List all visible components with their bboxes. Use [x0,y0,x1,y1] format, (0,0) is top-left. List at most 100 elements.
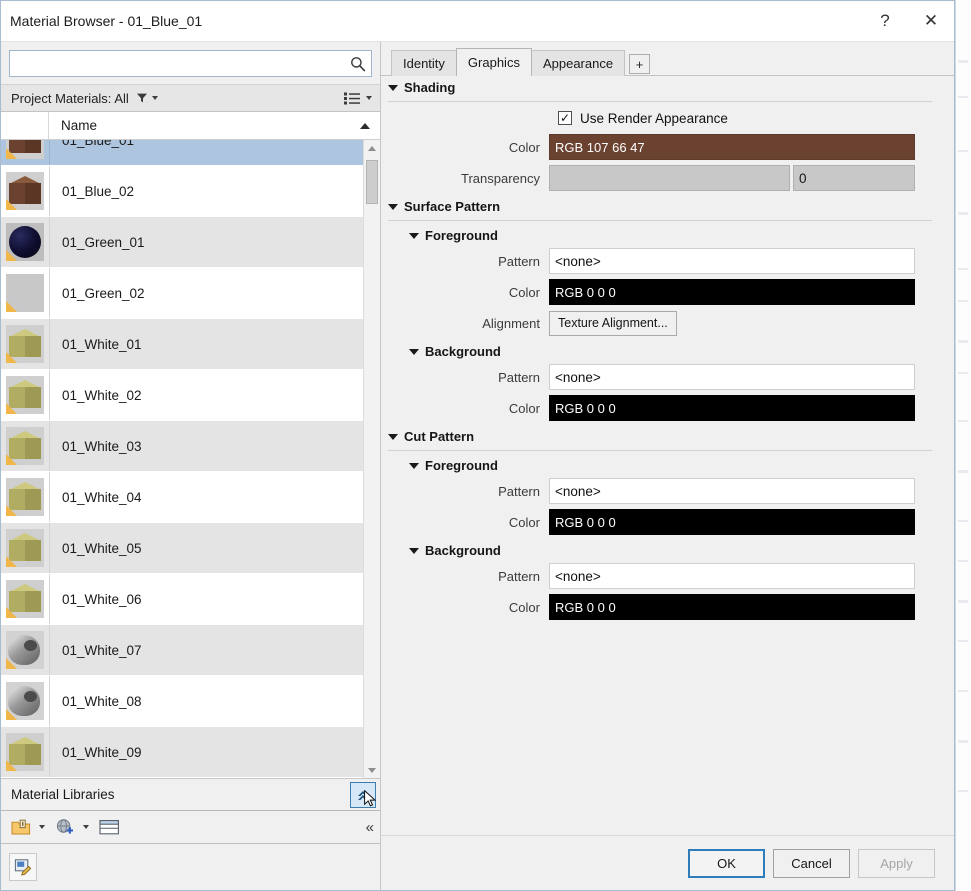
list-view-icon[interactable] [344,92,360,105]
material-list-item[interactable]: 01_White_09 [1,727,363,778]
sort-ascending-icon[interactable] [360,122,370,129]
library-toolbar: « [1,811,380,844]
material-list-item[interactable]: 01_White_07 [1,625,363,676]
use-render-appearance-checkbox[interactable]: ✓ [558,111,572,125]
search-icon[interactable] [349,55,367,73]
material-list-item[interactable]: 01_White_06 [1,574,363,625]
material-name: 01_Green_01 [49,217,363,267]
edit-material-icon[interactable] [9,853,37,881]
new-library-folder-icon[interactable] [11,819,31,836]
section-cut-pattern[interactable]: Cut Pattern [381,425,954,448]
globe-add-icon[interactable] [55,818,75,836]
cut-bg-color-control[interactable]: RGB 0 0 0 [549,594,915,620]
material-libraries-label: Material Libraries [11,787,115,802]
material-list-item[interactable]: 01_White_02 [1,370,363,421]
help-button[interactable]: ? [862,1,908,41]
cut-bg-pattern-control[interactable]: <none> [549,563,915,589]
surface-bg-color-control[interactable]: RGB 0 0 0 [549,395,915,421]
surface-bg-pattern-value[interactable]: <none> [549,364,915,390]
section-shading[interactable]: Shading [381,76,954,99]
divider [388,220,932,221]
material-swatch-cell [1,523,49,573]
tab-identity[interactable]: Identity [391,50,457,76]
use-render-appearance-label: Use Render Appearance [580,110,728,126]
surface-bg-color-swatch[interactable]: RGB 0 0 0 [549,395,915,421]
chevron-up-icon [368,145,376,151]
ok-button[interactable]: OK [688,848,765,878]
add-tab-button[interactable]: + [629,54,651,74]
scroll-up-button[interactable] [364,140,380,156]
material-preview-swatch [6,223,44,261]
cancel-button[interactable]: Cancel [773,848,850,878]
shading-color-control[interactable]: RGB 107 66 47 [549,134,915,160]
subsection-surface-foreground[interactable]: Foreground [381,224,954,247]
scrollbar-thumb[interactable] [366,160,378,204]
search-box[interactable] [9,50,372,77]
tab-appearance[interactable]: Appearance [530,50,626,76]
scroll-down-button[interactable] [364,762,380,778]
material-name: 01_White_01 [49,319,363,369]
project-material-corner-icon [6,709,17,720]
texture-alignment-button[interactable]: Texture Alignment... [549,310,677,336]
surface-fg-color-swatch[interactable]: RGB 0 0 0 [549,279,915,305]
surface-fg-color-control[interactable]: RGB 0 0 0 [549,279,915,305]
cut-fg-pattern-control[interactable]: <none> [549,478,915,504]
material-list-item[interactable]: 01_White_04 [1,472,363,523]
material-swatch-cell [1,727,49,777]
shading-color-label: Color [508,139,540,155]
project-material-corner-icon [6,760,17,771]
search-input[interactable] [16,51,349,76]
material-list-item[interactable]: 01_White_05 [1,523,363,574]
material-list-item[interactable]: 01_White_01 [1,319,363,370]
close-button[interactable]: ✕ [908,1,954,41]
filter-funnel-icon[interactable] [136,92,148,104]
tab-graphics[interactable]: Graphics [455,48,532,77]
material-list-item[interactable]: 01_Blue_02 [1,166,363,217]
cut-bg-color-swatch[interactable]: RGB 0 0 0 [549,594,915,620]
surface-fg-pattern-control[interactable]: <none> [549,248,915,274]
project-material-corner-icon [6,148,17,159]
browser-left-pane: Project Materials: All Name 01_Blue_01 0… [1,42,381,890]
material-preview-swatch [6,529,44,567]
subsection-cut-background[interactable]: Background [381,539,954,562]
material-list-scrollbar[interactable] [363,140,380,778]
transparency-control: 0 [549,165,915,191]
project-material-corner-icon [6,454,17,465]
use-render-appearance-row[interactable]: ✓ Use Render Appearance [558,105,954,131]
column-header-name[interactable]: Name [49,118,360,133]
globe-add-caret[interactable] [83,825,89,829]
panel-list-icon[interactable] [99,819,120,836]
material-list-item[interactable]: 01_White_03 [1,421,363,472]
cut-bg-pattern-label: Pattern [498,568,540,584]
material-name: 01_White_07 [49,625,363,675]
view-dropdown-caret[interactable] [366,96,372,100]
filter-dropdown-caret[interactable] [151,96,158,100]
shading-color-swatch[interactable]: RGB 107 66 47 [549,134,915,160]
material-list-item[interactable]: 01_White_08 [1,676,363,727]
background-application-strip [955,0,971,891]
subsection-cut-foreground[interactable]: Foreground [381,454,954,477]
material-preview-swatch [6,580,44,618]
project-materials-filter-row[interactable]: Project Materials: All [1,84,380,112]
cut-bg-pattern-value[interactable]: <none> [549,563,915,589]
material-list[interactable]: 01_Blue_01 01_Blue_02 01_Green_01 01_Green_… [1,140,363,778]
cut-fg-color-control[interactable]: RGB 0 0 0 [549,509,915,535]
new-library-caret[interactable] [39,825,45,829]
material-swatch-cell [1,140,49,165]
transparency-value[interactable]: 0 [793,165,915,191]
cut-fg-color-swatch[interactable]: RGB 0 0 0 [549,509,915,535]
material-libraries-bar[interactable]: Material Libraries [1,779,380,811]
cut-fg-pattern-value[interactable]: <none> [549,478,915,504]
collapse-panel-button[interactable]: « [366,819,374,836]
section-surface-pattern[interactable]: Surface Pattern [381,195,954,218]
surface-bg-pattern-label: Pattern [498,369,540,385]
material-list-item[interactable]: 01_Green_02 [1,268,363,319]
transparency-slider[interactable] [549,165,790,191]
material-libraries-expand-button[interactable] [350,781,376,808]
material-list-item[interactable]: 01_Green_01 [1,217,363,268]
surface-fg-pattern-value[interactable]: <none> [549,248,915,274]
material-list-wrap: 01_Blue_01 01_Blue_02 01_Green_01 01_Green_… [1,140,380,779]
material-list-item[interactable]: 01_Blue_01 [1,140,363,166]
surface-bg-pattern-control[interactable]: <none> [549,364,915,390]
subsection-surface-background[interactable]: Background [381,340,954,363]
